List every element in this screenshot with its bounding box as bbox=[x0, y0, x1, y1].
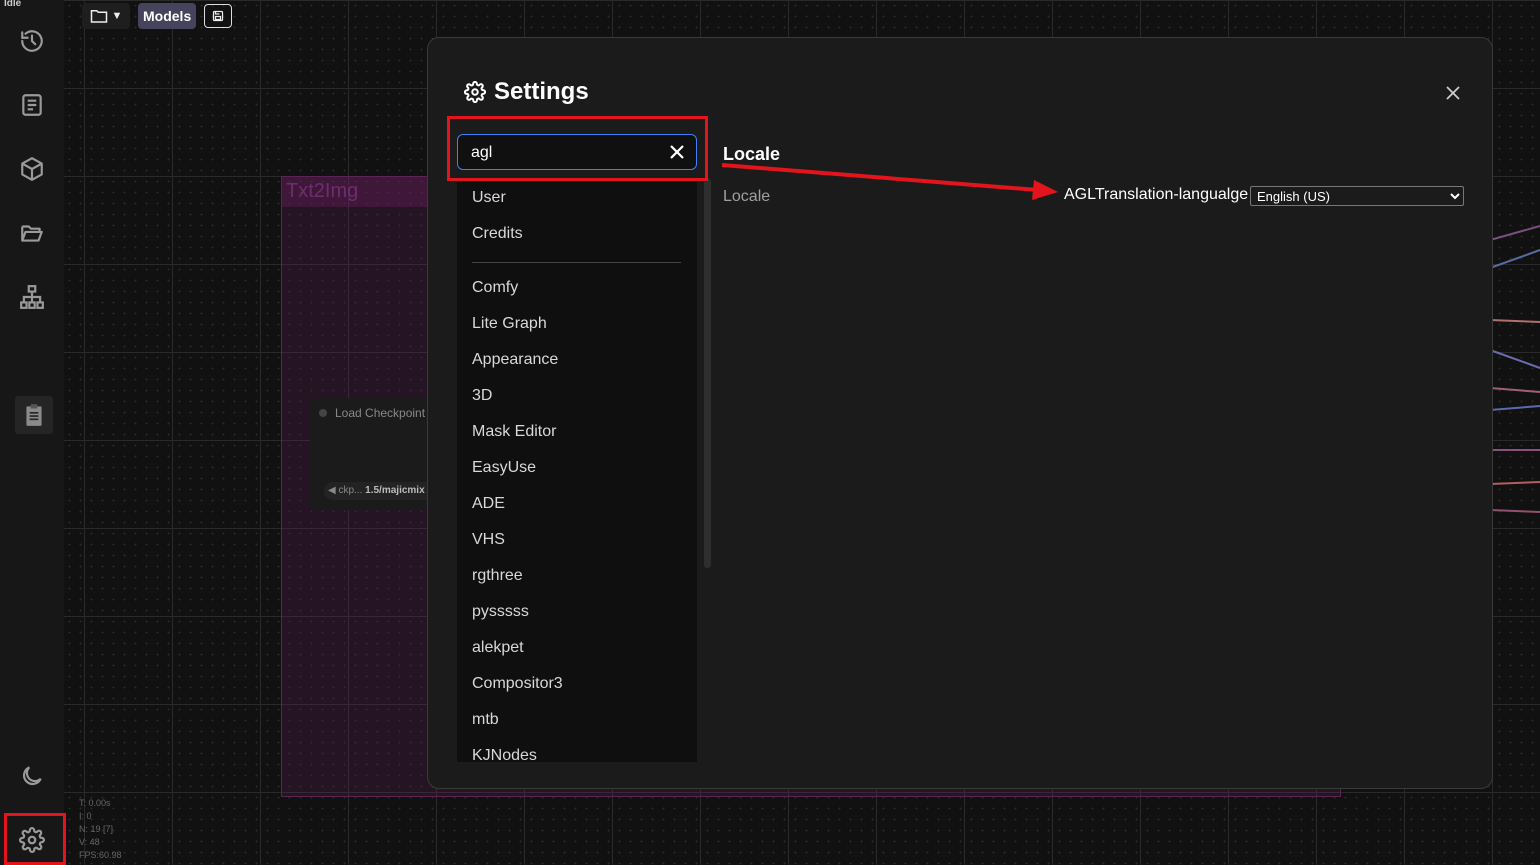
category-kjnodes[interactable]: KJNodes bbox=[472, 747, 537, 762]
moon-icon[interactable] bbox=[16, 760, 48, 792]
category-alekpet[interactable]: alekpet bbox=[472, 639, 524, 657]
dialog-title: Settings bbox=[464, 78, 589, 106]
clipboard-icon[interactable] bbox=[15, 396, 53, 434]
widget-name: ◀ ckp... bbox=[328, 485, 363, 496]
queue-status: Idle bbox=[4, 0, 22, 9]
category-list: User Credits Comfy Lite Graph Appearance… bbox=[457, 178, 697, 762]
cube-icon[interactable] bbox=[16, 153, 48, 185]
sidebar bbox=[0, 0, 64, 865]
node-title: Load Checkpoint bbox=[335, 406, 426, 420]
category-3d[interactable]: 3D bbox=[472, 387, 492, 405]
workflow-icon[interactable] bbox=[16, 281, 48, 313]
workflow-menu-button[interactable]: ▼ bbox=[82, 3, 130, 29]
category-appearance[interactable]: Appearance bbox=[472, 351, 558, 369]
category-comfy[interactable]: Comfy bbox=[472, 279, 518, 297]
chevron-down-icon: ▼ bbox=[111, 10, 123, 22]
widget-value: 1.5/majicmix bbox=[365, 485, 425, 496]
category-user[interactable]: User bbox=[472, 189, 506, 207]
category-mtb[interactable]: mtb bbox=[472, 711, 499, 729]
section-title: Locale bbox=[723, 144, 781, 164]
close-button[interactable] bbox=[1442, 82, 1464, 104]
load-checkpoint-node[interactable]: Load Checkpoint ◀ ckp... 1.5/majicmix bbox=[310, 398, 448, 510]
connection-wires bbox=[1490, 225, 1540, 513]
close-icon bbox=[1446, 86, 1460, 100]
settings-search bbox=[457, 134, 697, 170]
save-button[interactable] bbox=[204, 4, 233, 28]
history-icon[interactable] bbox=[16, 25, 48, 57]
dialog-title-text: Settings bbox=[494, 78, 589, 105]
category-compositor3[interactable]: Compositor3 bbox=[472, 675, 563, 693]
folder-open-icon[interactable] bbox=[16, 217, 48, 249]
save-icon bbox=[213, 10, 224, 22]
category-easyuse[interactable]: EasyUse bbox=[472, 459, 536, 477]
category-vhs[interactable]: VHS bbox=[472, 531, 505, 549]
stat-nodes: N: 19 [7] bbox=[79, 824, 114, 834]
gear-icon[interactable] bbox=[16, 824, 48, 856]
gear-icon bbox=[464, 81, 486, 103]
document-icon[interactable] bbox=[16, 89, 48, 121]
canvas-stats: T: 0.00s I: 0 N: 19 [7] V: 48 FPS:60.98 bbox=[79, 797, 122, 862]
stat-i: I: 0 bbox=[79, 811, 92, 821]
setting-label: Locale bbox=[723, 188, 771, 205]
settings-dialog: Settings User Credits Comfy Lite Graph A… bbox=[427, 37, 1493, 789]
category-mask-editor[interactable]: Mask Editor bbox=[472, 423, 556, 441]
category-pysssss[interactable]: pysssss bbox=[472, 603, 529, 621]
models-button[interactable]: Models bbox=[138, 3, 197, 29]
search-input[interactable] bbox=[469, 143, 663, 163]
language-select[interactable]: English (US) bbox=[1250, 186, 1464, 206]
category-credits[interactable]: Credits bbox=[472, 225, 523, 243]
node-status-dot bbox=[319, 409, 327, 417]
stat-time: T: 0.00s bbox=[79, 798, 111, 808]
folder-icon bbox=[90, 10, 107, 23]
category-lite-graph[interactable]: Lite Graph bbox=[472, 315, 547, 333]
stat-fps: FPS:60.98 bbox=[79, 850, 122, 860]
clear-search-icon[interactable] bbox=[668, 143, 686, 161]
category-divider bbox=[472, 262, 681, 263]
setting-name: AGLTranslation-langualge bbox=[1064, 186, 1249, 203]
category-scrollbar[interactable] bbox=[704, 178, 711, 568]
category-ade[interactable]: ADE bbox=[472, 495, 505, 513]
top-toolbar: ▼ Models bbox=[82, 3, 233, 29]
category-rgthree[interactable]: rgthree bbox=[472, 567, 523, 585]
stat-v: V: 48 bbox=[79, 837, 100, 847]
